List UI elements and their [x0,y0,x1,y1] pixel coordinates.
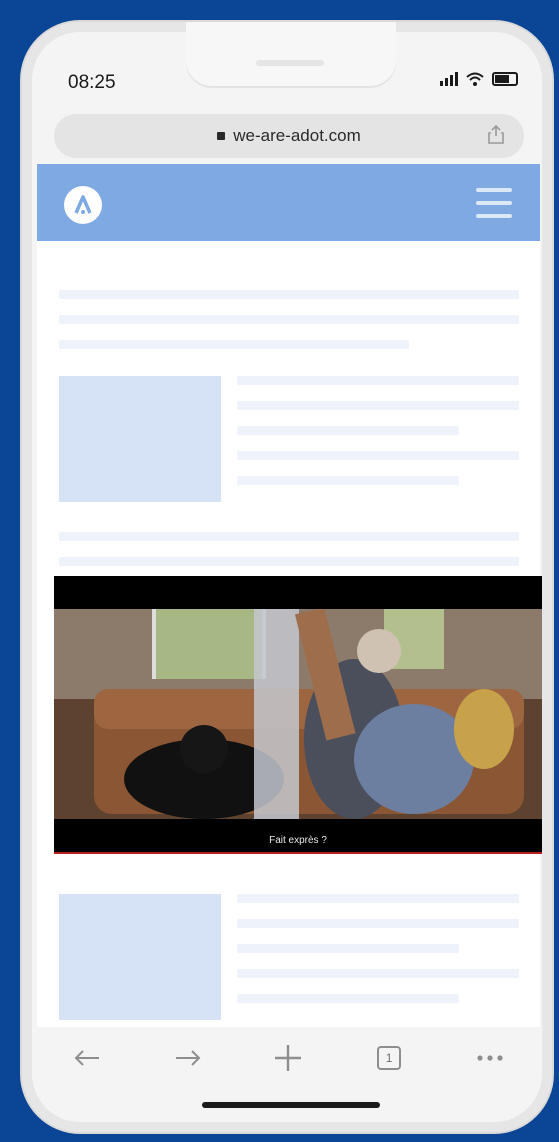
placeholder-line [59,340,409,349]
placeholder-image [59,894,221,1020]
phone-frame: 08:25 we-are-adot.com Fait exprès ? 1 [22,22,552,1132]
battery-icon [492,72,518,86]
share-icon[interactable] [488,124,504,144]
address-bar[interactable]: we-are-adot.com [54,114,524,158]
tabs-icon[interactable]: 1 [364,1033,414,1083]
home-indicator[interactable] [202,1102,380,1108]
placeholder-line [237,476,459,485]
placeholder-line [237,401,519,410]
placeholder-line [237,426,459,435]
placeholder-line [59,557,519,566]
url-text: we-are-adot.com [233,126,361,145]
placeholder-line [237,376,519,385]
placeholder-line [237,944,459,953]
placeholder-line [59,315,519,324]
signal-icon [440,72,458,86]
video-progress-bar[interactable] [54,852,542,854]
placeholder-line [237,894,519,903]
new-tab-plus-icon[interactable] [263,1033,313,1083]
placeholder-line [59,290,519,299]
placeholder-image [59,376,221,502]
site-header [37,164,540,241]
status-time: 08:25 [68,72,116,93]
placeholder-line [237,451,519,460]
adot-logo-icon[interactable] [64,186,102,224]
placeholder-line [237,969,519,978]
wifi-icon [466,72,484,86]
placeholder-line [59,532,519,541]
placeholder-line [237,919,519,928]
video-subtitle: Fait exprès ? [269,835,327,846]
browser-toolbar: 1 [37,1028,540,1088]
placeholder-line [237,994,459,1003]
notch [186,22,396,86]
more-icon[interactable] [465,1033,515,1083]
forward-arrow-icon[interactable] [163,1033,213,1083]
video-player[interactable]: Fait exprès ? [54,576,542,854]
hamburger-menu-icon[interactable] [476,188,512,227]
video-frame [54,609,542,819]
lock-icon [217,132,226,140]
tab-count: 1 [377,1046,402,1070]
back-arrow-icon[interactable] [62,1033,112,1083]
speaker [256,60,324,66]
status-icons [440,72,518,86]
